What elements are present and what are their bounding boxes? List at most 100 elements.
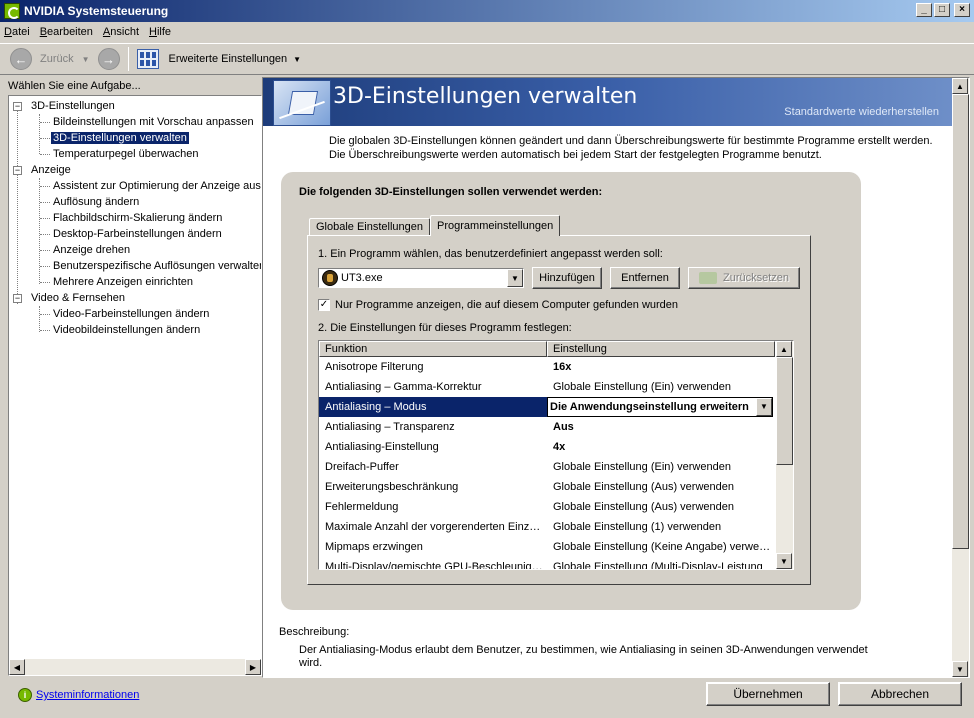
tree-item-skalierung[interactable]: Flachbildschirm-Skalierung ändern [53, 210, 222, 226]
setting-value: Die Anwendungseinstellung erweitern [550, 401, 749, 413]
collapse-icon[interactable]: − [13, 166, 22, 175]
system-info-link[interactable]: Systeminformationen [36, 689, 139, 701]
menu-bearbeiten[interactable]: Bearbeiten [40, 26, 93, 38]
remove-program-button[interactable]: Entfernen [610, 267, 680, 289]
show-found-programs-checkbox[interactable]: ✓ Nur Programme anzeigen, die auf diesem… [318, 299, 678, 311]
close-button[interactable]: × [954, 3, 970, 17]
tree-item-videobild[interactable]: Videobildeinstellungen ändern [53, 322, 200, 338]
setting-value-editor[interactable]: Die Anwendungseinstellung erweitern ▼ [547, 397, 773, 417]
tree-group-3d[interactable]: 3D-Einstellungen [31, 98, 115, 114]
tree-item-3d-verwalten[interactable]: 3D-Einstellungen verwalten [51, 130, 189, 146]
intro-text: Die globalen 3D-Einstellungen können geä… [329, 135, 933, 161]
tree-line [40, 138, 50, 139]
tree-item-benutzeraufloesungen[interactable]: Benutzerspezifische Auflösungen verwalte… [53, 258, 261, 274]
setting-value: 16x [553, 361, 572, 373]
tree-line [17, 108, 18, 304]
content-scrollbar[interactable]: ▲ ▼ [952, 78, 969, 677]
setting-value: Globale Einstellung (1) verwenden [553, 521, 722, 533]
tree-horizontal-scrollbar[interactable]: ◀ ▶ [9, 659, 261, 675]
tab-program-settings[interactable]: Programmeinstellungen [430, 215, 561, 236]
scroll-up-icon[interactable]: ▲ [776, 341, 792, 357]
add-program-button[interactable]: Hinzufügen [532, 267, 602, 289]
tree-group-video[interactable]: Video & Fernsehen [31, 290, 125, 306]
settings-row[interactable]: Antialiasing – Transparenz Aus [319, 417, 775, 437]
tree-item-assistent[interactable]: Assistent zur Optimierung der Anzeige au… [53, 178, 261, 194]
cancel-button[interactable]: Abbrechen [838, 682, 962, 706]
back-dropdown-icon[interactable]: ▼ [82, 55, 90, 64]
chevron-down-icon[interactable]: ▼ [507, 269, 523, 287]
settings-row[interactable]: Multi-Display/gemischte GPU-Beschleunigu… [319, 557, 775, 569]
setting-function: Anisotrope Filterung [325, 361, 424, 373]
minimize-button[interactable]: _ [916, 3, 932, 17]
window-controls: _ □ × [916, 3, 970, 17]
settings-row[interactable]: Mipmaps erzwingen Globale Einstellung (Ke… [319, 537, 775, 557]
settings-box: Die folgenden 3D-Einstellungen sollen ve… [281, 172, 861, 610]
checkbox-checked-icon[interactable]: ✓ [318, 299, 330, 311]
tree-item-temperatur[interactable]: Temperaturpegel überwachen [53, 146, 199, 162]
tree-item-mehrere-anzeigen[interactable]: Mehrere Anzeigen einrichten [53, 274, 193, 290]
advanced-dropdown-icon[interactable]: ▼ [293, 55, 301, 64]
nvidia-logo-icon [698, 272, 717, 284]
menu-datei[interactable]: Datei [4, 26, 30, 38]
column-header-function[interactable]: Funktion [319, 341, 547, 357]
scroll-up-icon[interactable]: ▲ [952, 78, 968, 94]
system-info[interactable]: i Systeminformationen [18, 688, 139, 702]
advanced-settings-button[interactable]: Erweiterte Einstellungen [169, 53, 288, 65]
checkbox-label: Nur Programme anzeigen, die auf diesem C… [335, 299, 679, 311]
maximize-button[interactable]: □ [934, 3, 950, 17]
tree-item-bildeinstellungen[interactable]: Bildeinstellungen mit Vorschau anpassen [53, 114, 254, 130]
tree-line [40, 218, 50, 219]
setting-function: Fehlermeldung [325, 501, 399, 513]
scroll-thumb[interactable] [952, 94, 969, 549]
settings-row[interactable]: Antialiasing – Gamma-Korrektur Globale Ei… [319, 377, 775, 397]
restore-defaults-link[interactable]: Standardwerte wiederherstellen [784, 106, 939, 118]
settings-row[interactable]: Anisotrope Filterung 16x [319, 357, 775, 377]
menu-hilfe[interactable]: Hilfe [149, 26, 171, 38]
scroll-down-icon[interactable]: ▼ [776, 553, 792, 569]
menu-ansicht[interactable]: Ansicht [103, 26, 139, 38]
tree-item-video-farbe[interactable]: Video-Farbeinstellungen ändern [53, 306, 209, 322]
view-grid-icon[interactable] [136, 49, 159, 69]
scroll-left-icon[interactable]: ◀ [9, 659, 25, 675]
apply-button[interactable]: Übernehmen [706, 682, 830, 706]
tree-group-anzeige[interactable]: Anzeige [31, 162, 71, 178]
page-banner: 3D-Einstellungen verwalten Standardwerte… [263, 78, 953, 126]
scroll-thumb[interactable] [776, 357, 793, 465]
setting-value: Globale Einstellung (Aus) verwenden [553, 501, 734, 513]
program-select[interactable]: UT3.exe ▼ [318, 268, 524, 288]
tree-line [39, 178, 40, 284]
reset-program-button[interactable]: Zurücksetzen [688, 267, 800, 289]
scroll-right-icon[interactable]: ▶ [245, 659, 261, 675]
settings-row[interactable]: Dreifach-Puffer Globale Einstellung (Ein)… [319, 457, 775, 477]
back-arrow-icon[interactable]: ← [10, 48, 32, 70]
back-button[interactable]: Zurück [40, 53, 74, 65]
content-panel: 3D-Einstellungen verwalten Standardwerte… [262, 77, 970, 678]
tree-line [39, 306, 40, 332]
collapse-icon[interactable]: − [13, 294, 22, 303]
settings-row[interactable]: Antialiasing-Einstellung 4x [319, 437, 775, 457]
settings-list-scrollbar[interactable]: ▲ ▼ [776, 341, 793, 569]
description-text: Der Antialiasing-Modus erlaubt dem Benut… [299, 644, 868, 669]
settings-list-header: Funktion Einstellung [319, 341, 775, 357]
tree-item-aufloesung[interactable]: Auflösung ändern [53, 194, 139, 210]
setting-value-dropdown[interactable]: Die Anwendungseinstellung erweitern ▼ [547, 397, 775, 417]
column-header-setting[interactable]: Einstellung [547, 341, 775, 357]
tree-line [40, 282, 50, 283]
scroll-down-icon[interactable]: ▼ [952, 661, 968, 677]
tree-line [40, 154, 50, 155]
toolbar-separator [127, 47, 129, 71]
setting-function: Dreifach-Puffer [325, 461, 399, 473]
setting-function: Mipmaps erzwingen [325, 541, 423, 553]
collapse-icon[interactable]: − [13, 102, 22, 111]
scroll-track[interactable] [25, 659, 245, 675]
forward-arrow-icon[interactable]: → [97, 48, 120, 70]
tab-global-settings[interactable]: Globale Einstellungen [309, 218, 431, 236]
settings-row[interactable]: Erweiterungsbeschränkung Globale Einstell… [319, 477, 775, 497]
tree-item-farbeinstellungen[interactable]: Desktop-Farbeinstellungen ändern [53, 226, 222, 242]
settings-row[interactable]: Antialiasing – Modus Die Anwendungseinste… [319, 397, 775, 417]
tree-line [39, 114, 40, 154]
chevron-down-icon[interactable]: ▼ [756, 398, 772, 416]
settings-row[interactable]: Maximale Anzahl der vorgerenderten Einz…… [319, 517, 775, 537]
tree-item-drehen[interactable]: Anzeige drehen [53, 242, 130, 258]
settings-row[interactable]: Fehlermeldung Globale Einstellung (Aus) v… [319, 497, 775, 517]
